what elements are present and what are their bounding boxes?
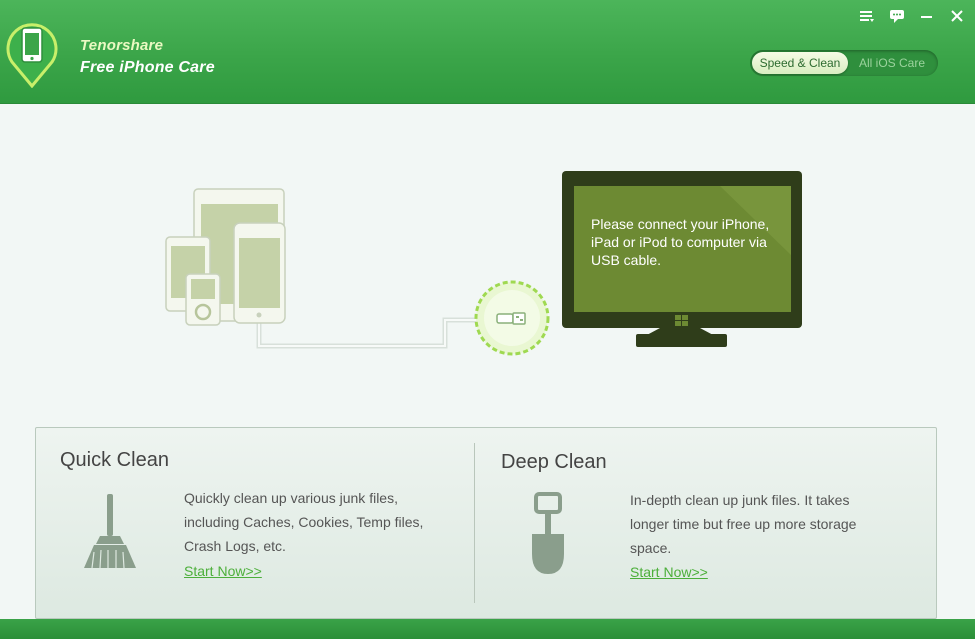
quick-clean-title: Quick Clean xyxy=(60,449,169,471)
deep-clean-start-link[interactable]: Start Now>> xyxy=(630,564,708,580)
app-logo-icon xyxy=(6,23,58,88)
company-name: Tenorshare xyxy=(80,37,164,54)
shovel-icon xyxy=(532,492,564,574)
window-controls xyxy=(857,6,967,26)
deep-clean-description: In-depth clean up junk files. It takes l… xyxy=(630,492,857,556)
iphone-large-icon xyxy=(233,222,286,324)
usb-icon xyxy=(474,280,550,356)
close-icon[interactable] xyxy=(947,6,967,26)
minimize-icon[interactable] xyxy=(917,6,937,26)
tab-all-ios-care[interactable]: All iOS Care xyxy=(848,52,936,74)
brand: Tenorshare Free iPhone Care xyxy=(80,37,215,77)
menu-icon[interactable] xyxy=(857,6,877,26)
quick-clean-description: Quickly clean up various junk files, inc… xyxy=(184,490,424,554)
ipod-icon xyxy=(185,273,221,326)
deep-clean-title: Deep Clean xyxy=(501,451,607,473)
panel-divider xyxy=(474,443,475,603)
product-name: Free iPhone Care xyxy=(80,59,215,76)
connect-device-illustration xyxy=(165,171,802,356)
app-header: Tenorshare Free iPhone Care Speed & Clea… xyxy=(0,0,975,104)
quick-clean-start-link[interactable]: Start Now>> xyxy=(184,563,262,579)
tab-speed-clean[interactable]: Speed & Clean xyxy=(752,52,848,74)
connect-message: Please connect your iPhone, iPad or iPod… xyxy=(591,216,770,268)
app-footer xyxy=(0,619,975,639)
mode-switch: Speed & Clean All iOS Care xyxy=(750,50,938,76)
broom-icon xyxy=(84,494,136,569)
feedback-icon[interactable] xyxy=(887,6,907,26)
